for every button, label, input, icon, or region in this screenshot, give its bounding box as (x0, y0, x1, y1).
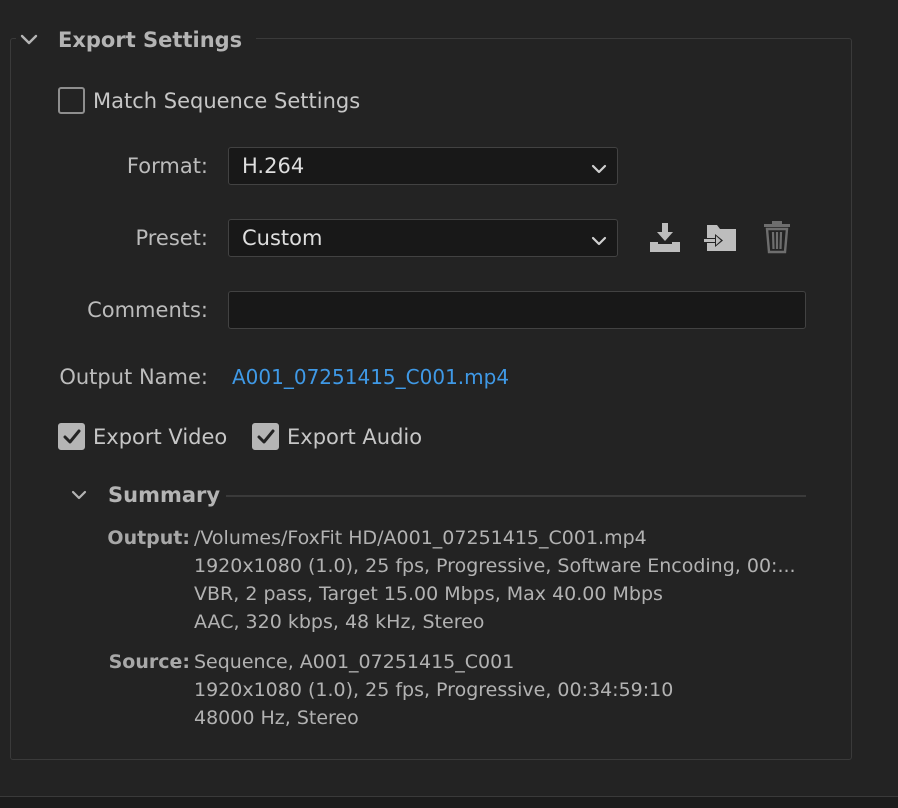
summary-output-label: Output: (107, 527, 190, 549)
format-dropdown[interactable]: H.264 (228, 147, 618, 185)
match-sequence-label: Match Sequence Settings (93, 88, 361, 113)
summary-output-line: AAC, 320 kbps, 48 kHz, Stereo (194, 611, 485, 633)
save-preset-icon[interactable] (647, 219, 683, 255)
checkmark-icon[interactable] (252, 423, 279, 450)
import-preset-icon[interactable] (703, 219, 739, 255)
export-video-checkbox[interactable]: Export Video (58, 423, 227, 450)
bottom-divider (0, 796, 898, 808)
export-audio-label: Export Audio (287, 424, 423, 449)
summary-source-line: 48000 Hz, Stereo (194, 707, 359, 729)
export-audio-checkbox[interactable]: Export Audio (252, 423, 422, 450)
delete-preset-icon[interactable] (759, 219, 795, 255)
export-settings-title: Export Settings (58, 28, 243, 52)
collapse-chevron-icon[interactable] (66, 482, 92, 508)
preset-value: Custom (242, 226, 323, 250)
summary-divider (226, 495, 806, 497)
export-settings-panel-root: Export Settings Match Sequence Settings … (0, 0, 898, 808)
summary-output-line: /Volumes/FoxFit HD/A001_07251415_C001.mp… (194, 527, 647, 549)
checkbox-unchecked-icon[interactable] (58, 87, 85, 114)
export-video-label: Export Video (93, 424, 228, 449)
summary-source-line: 1920x1080 (1.0), 25 fps, Progressive, 00… (194, 679, 674, 701)
preset-label: Preset: (135, 226, 208, 250)
chevron-down-icon (591, 230, 607, 254)
summary-header: Summary (66, 482, 220, 508)
format-value: H.264 (242, 154, 305, 178)
collapse-chevron-icon[interactable] (16, 27, 42, 53)
output-name-link[interactable]: A001_07251415_C001.mp4 (232, 365, 509, 389)
checkmark-icon[interactable] (58, 423, 85, 450)
summary-source-details: Sequence, A001_07251415_C001 1920x1080 (… (194, 648, 798, 732)
summary-source-line: Sequence, A001_07251415_C001 (194, 651, 515, 673)
export-settings-header: Export Settings (16, 22, 257, 58)
preset-dropdown[interactable]: Custom (228, 219, 618, 257)
summary-output-details: /Volumes/FoxFit HD/A001_07251415_C001.mp… (194, 524, 798, 636)
format-label: Format: (126, 154, 208, 178)
summary-output-line: VBR, 2 pass, Target 15.00 Mbps, Max 40.0… (194, 583, 663, 605)
summary-output-line: 1920x1080 (1.0), 25 fps, Progressive, So… (194, 555, 796, 577)
match-sequence-checkbox[interactable]: Match Sequence Settings (58, 87, 360, 114)
summary-title: Summary (108, 483, 221, 507)
comments-input[interactable] (228, 291, 806, 329)
chevron-down-icon (591, 158, 607, 182)
output-name-label: Output Name: (59, 365, 208, 389)
comments-label: Comments: (87, 298, 208, 322)
summary-source-label: Source: (108, 651, 190, 673)
